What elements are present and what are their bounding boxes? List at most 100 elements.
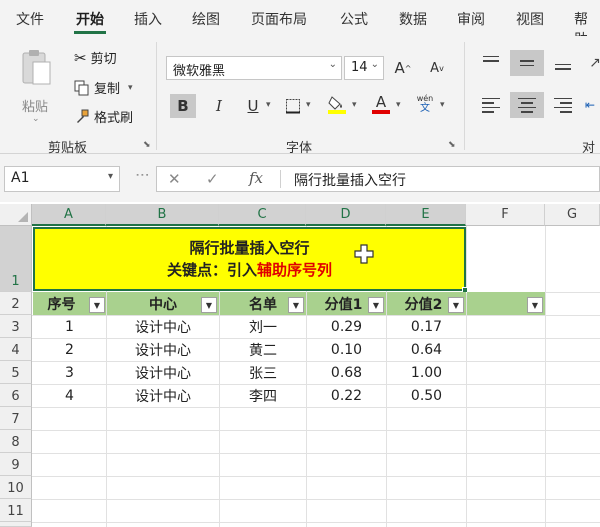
tab-formulas[interactable]: 公式 [340, 9, 368, 29]
copy-button[interactable]: 复制 ▾ [74, 78, 133, 97]
title-line-2-prefix: 关键点：引入 [166, 261, 257, 279]
table-cell[interactable]: 0.68 [307, 362, 386, 384]
column-header-a[interactable]: A [32, 204, 106, 226]
column-header-d[interactable]: D [306, 204, 386, 226]
row-header-7[interactable]: 7 [0, 407, 32, 430]
increase-font-button[interactable]: A ^ [390, 56, 416, 80]
chevron-down-icon[interactable]: ▾ [440, 100, 445, 110]
dialog-launcher-icon[interactable]: ⬊ [143, 140, 151, 150]
cut-button[interactable]: ✂ 剪切 [74, 48, 117, 68]
name-box[interactable]: A1 ▾ [4, 166, 120, 192]
tab-data[interactable]: 数据 [399, 9, 427, 29]
cut-label: 剪切 [90, 52, 117, 67]
column-header-f[interactable]: F [466, 204, 545, 226]
format-painter-label: 格式刷 [94, 111, 134, 126]
decrease-font-button[interactable]: Av [424, 56, 450, 80]
chevron-down-icon[interactable]: ▾ [396, 100, 401, 110]
cancel-icon[interactable]: ✕ [168, 170, 181, 188]
column-header-c[interactable]: C [219, 204, 306, 226]
table-cell[interactable]: 0.17 [387, 316, 466, 338]
column-header-b[interactable]: B [106, 204, 219, 226]
borders-button[interactable] [280, 94, 306, 118]
orientation-button[interactable]: ↗ [578, 50, 600, 76]
table-cell[interactable]: 4 [33, 385, 106, 407]
bold-button[interactable]: B [170, 94, 196, 118]
column-header-g[interactable]: G [545, 204, 600, 226]
phonetic-button[interactable]: wén 文 [412, 92, 438, 116]
table-cell[interactable]: 3 [33, 362, 106, 384]
row-header-11[interactable]: 11 [0, 499, 32, 522]
decrease-indent-button[interactable]: ⇤ [580, 92, 600, 118]
row-header-12[interactable]: 12 [0, 522, 32, 527]
table-cell[interactable]: 黄二 [220, 339, 306, 361]
table-cell[interactable]: 李四 [220, 385, 306, 407]
table-cell[interactable]: 设计中心 [107, 385, 219, 407]
header-label: 序号 [47, 296, 76, 313]
more-icon[interactable]: ⋮ [134, 168, 150, 182]
insert-function-icon[interactable]: fx [249, 169, 263, 187]
italic-button[interactable]: I [206, 94, 232, 118]
enter-icon[interactable]: ✓ [206, 170, 219, 188]
filter-dropdown-icon[interactable]: ▼ [527, 297, 543, 313]
filter-dropdown-icon[interactable]: ▼ [89, 297, 105, 313]
active-tab-indicator [74, 31, 106, 34]
fill-color-button[interactable] [324, 92, 350, 116]
tab-draw[interactable]: 绘图 [192, 9, 220, 29]
table-cell[interactable]: 0.22 [307, 385, 386, 407]
format-painter-button[interactable]: 格式刷 [74, 107, 133, 126]
row-header-9[interactable]: 9 [0, 453, 32, 476]
tab-file[interactable]: 文件 [16, 9, 44, 29]
table-cell[interactable]: 2 [33, 339, 106, 361]
row-header-3[interactable]: 3 [0, 315, 32, 338]
table-cell[interactable]: 0.29 [307, 316, 386, 338]
paste-button[interactable]: 粘贴 ⌄ [14, 46, 60, 126]
tab-view[interactable]: 视图 [516, 9, 544, 29]
group-separator [156, 42, 157, 150]
table-cell[interactable]: 设计中心 [107, 339, 219, 361]
table-cell[interactable]: 0.10 [307, 339, 386, 361]
table-cell[interactable]: 张三 [220, 362, 306, 384]
font-size-select[interactable]: 14 ⌄ [344, 56, 384, 80]
dialog-launcher-icon[interactable]: ⬊ [448, 140, 456, 150]
table-cell[interactable]: 0.64 [387, 339, 466, 361]
table-cell[interactable]: 1.00 [387, 362, 466, 384]
chevron-down-icon: ▾ [107, 171, 113, 182]
chevron-down-icon[interactable]: ▾ [306, 100, 311, 110]
row-header-10[interactable]: 10 [0, 476, 32, 499]
tab-insert[interactable]: 插入 [134, 9, 162, 29]
tab-page-layout[interactable]: 页面布局 [251, 9, 307, 29]
table-cell[interactable]: 0.50 [387, 385, 466, 407]
header-label: 分值2 [404, 296, 443, 313]
chevron-down-icon[interactable]: ▾ [352, 100, 357, 110]
row-header-5[interactable]: 5 [0, 361, 32, 384]
row-header-2[interactable]: 2 [0, 292, 32, 315]
column-header-e[interactable]: E [386, 204, 466, 226]
chevron-down-icon[interactable]: ▾ [266, 100, 271, 110]
row-header-4[interactable]: 4 [0, 338, 32, 361]
filter-dropdown-icon[interactable]: ▼ [448, 297, 464, 313]
row-header-6[interactable]: 6 [0, 384, 32, 407]
select-all-button[interactable] [0, 204, 32, 226]
align-middle-button[interactable] [510, 50, 544, 76]
align-right-button[interactable] [546, 92, 580, 118]
filter-dropdown-icon[interactable]: ▼ [201, 297, 217, 313]
align-bottom-button[interactable] [546, 50, 580, 76]
filter-dropdown-icon[interactable]: ▼ [288, 297, 304, 313]
font-color-button[interactable]: A [368, 92, 394, 116]
title-cell[interactable]: 隔行批量插入空行 关键点：引入辅助序号列 [33, 227, 466, 291]
align-left-button[interactable] [474, 92, 508, 118]
table-cell[interactable]: 设计中心 [107, 362, 219, 384]
align-top-button[interactable] [474, 50, 508, 76]
tab-review[interactable]: 审阅 [457, 9, 485, 29]
underline-button[interactable]: U [240, 94, 266, 118]
row-header-8[interactable]: 8 [0, 430, 32, 453]
table-cell[interactable]: 设计中心 [107, 316, 219, 338]
table-cell[interactable]: 1 [33, 316, 106, 338]
tab-home[interactable]: 开始 [76, 9, 104, 29]
font-name-select[interactable]: 微软雅黑 ⌄ [166, 56, 342, 80]
italic-icon: I [216, 97, 222, 115]
table-cell[interactable]: 刘一 [220, 316, 306, 338]
align-center-button[interactable] [510, 92, 544, 118]
row-header-1[interactable]: 1 [0, 226, 32, 292]
filter-dropdown-icon[interactable]: ▼ [368, 297, 384, 313]
